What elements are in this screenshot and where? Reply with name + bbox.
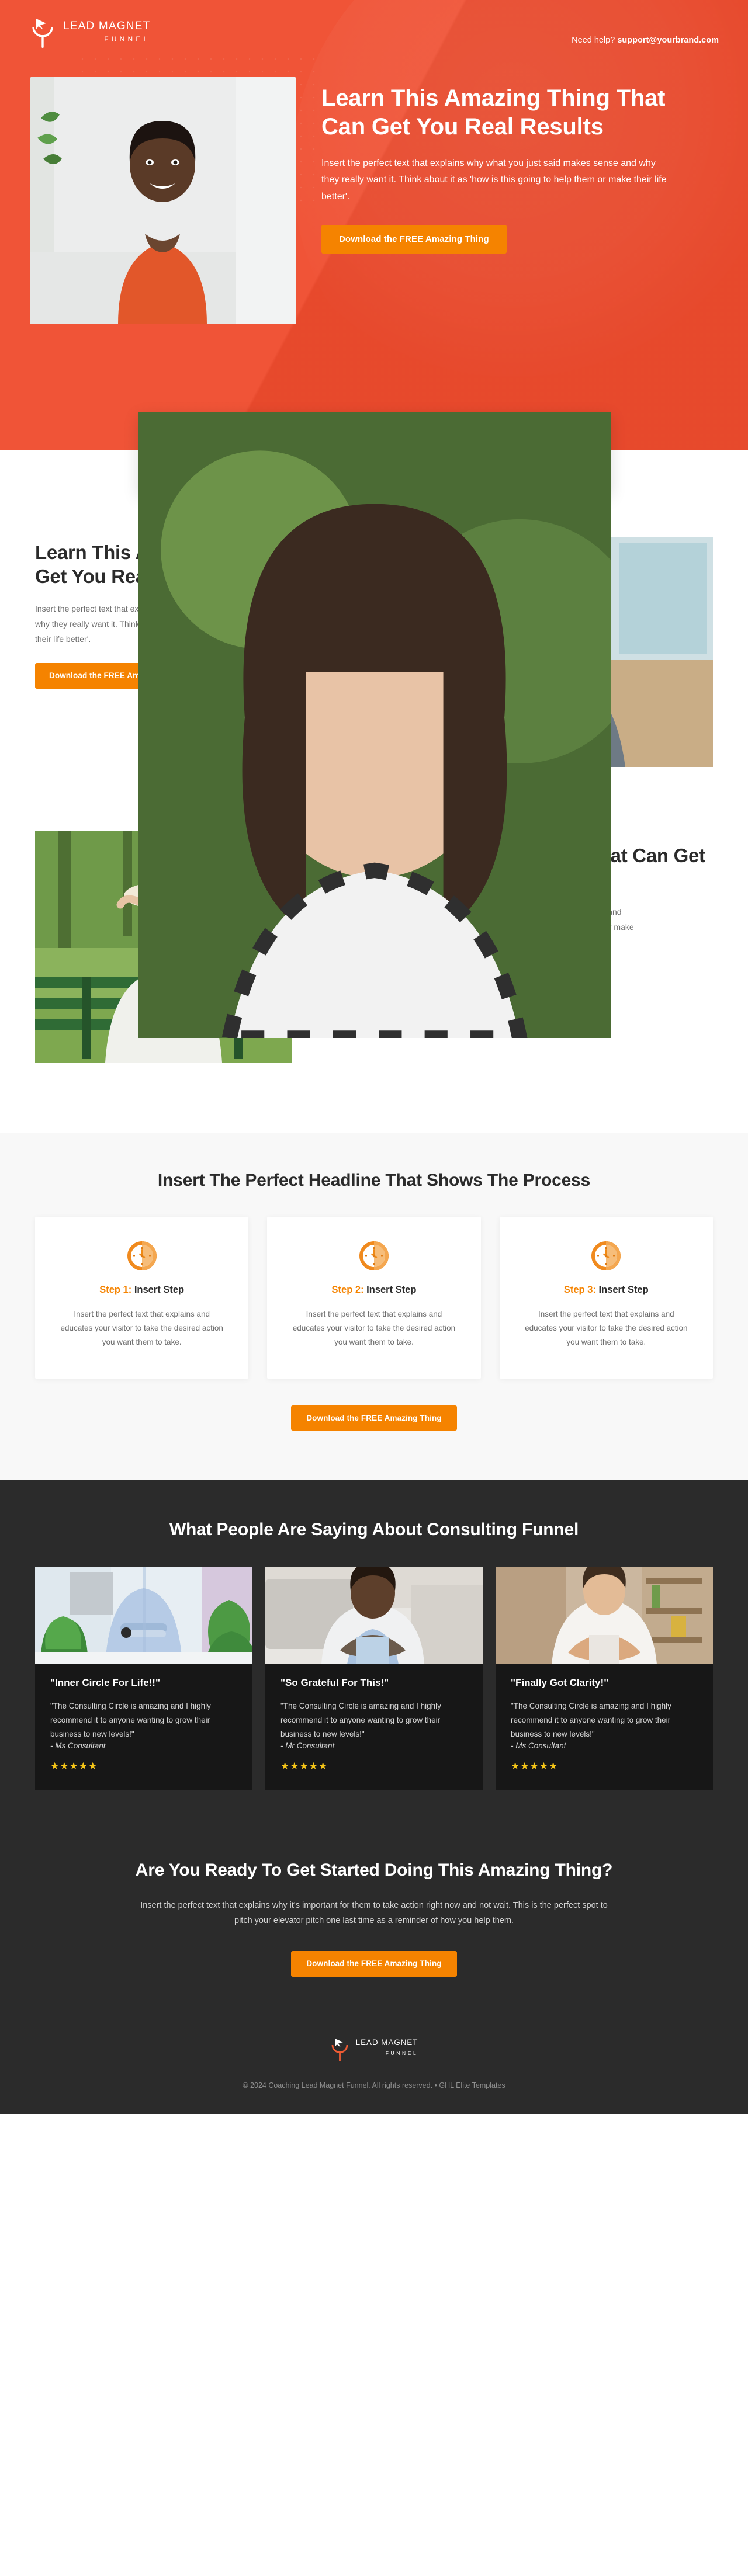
step-label: Step 2:: [331, 1284, 364, 1295]
clock-icon: [358, 1240, 390, 1272]
testimonial-quote: "The Consulting Circle is amazing and I …: [511, 1702, 671, 1739]
testimonial-card: "Finally Got Clarity!" "The Consulting C…: [496, 1567, 713, 1790]
rating-stars: ★★★★★: [280, 1761, 328, 1772]
step-card: Step 1: Insert Step Insert the perfect t…: [35, 1216, 249, 1379]
final-download-button[interactable]: Download the FREE Amazing Thing: [291, 1951, 457, 1977]
testimonial-author: - Ms Consultant: [50, 1741, 106, 1751]
step-title: Step 3: Insert Step: [522, 1284, 691, 1296]
hero-paragraph: Insert the perfect text that explains wh…: [321, 158, 667, 202]
footer: LEAD MAGNET FUNNEL © 2024 Coaching Lead …: [0, 2037, 748, 2114]
testimonial-card: "Inner Circle For Life!!" "The Consultin…: [35, 1567, 252, 1790]
process-download-button[interactable]: Download the FREE Amazing Thing: [291, 1405, 457, 1431]
hero-download-button[interactable]: Download the FREE Amazing Thing: [321, 225, 507, 254]
testimonial-title: "Inner Circle For Life!!": [50, 1677, 161, 1689]
help-contact: Need help? support@yourbrand.com: [572, 23, 719, 45]
hero-section: LEAD MAGNET FUNNEL Need help? support@yo…: [0, 0, 748, 450]
hero-heading: Learn This Amazing Thing That Can Get Yo…: [321, 85, 666, 140]
step-title: Step 2: Insert Step: [289, 1284, 458, 1296]
testimonial-quote: "The Consulting Circle is amazing and I …: [50, 1702, 211, 1739]
step-name: Insert Step: [131, 1284, 185, 1295]
step-card: Step 3: Insert Step Insert the perfect t…: [499, 1216, 713, 1379]
hero-photo: [30, 77, 296, 324]
footer-copyright: © 2024 Coaching Lead Magnet Funnel. All …: [243, 2081, 505, 2089]
step-text: Insert the perfect text that explains an…: [60, 1309, 223, 1346]
support-email[interactable]: support@yourbrand.com: [617, 36, 719, 45]
testimonials-section: What People Are Saying About Consulting …: [0, 1480, 748, 1790]
step-name: Insert Step: [363, 1284, 417, 1295]
final-cta-paragraph: Insert the perfect text that explains wh…: [140, 1900, 608, 1926]
hero-testimonial-card: "The Dream Clients Inner Circle was amaz…: [138, 412, 611, 1039]
clock-icon: [590, 1240, 622, 1272]
avatar: [138, 412, 611, 1039]
testimonial-photo: [496, 1567, 713, 1665]
testimonial-quote: "The Consulting Circle is amazing and I …: [280, 1702, 441, 1739]
step-name: Insert Step: [595, 1284, 649, 1295]
landing-page: LEAD MAGNET FUNNEL Need help? support@yo…: [0, 0, 748, 2114]
rating-stars: ★★★★★: [511, 1761, 559, 1772]
header-bar: LEAD MAGNET FUNNEL Need help? support@yo…: [23, 0, 725, 50]
brand-logo[interactable]: LEAD MAGNET FUNNEL: [30, 18, 150, 50]
footer-logo[interactable]: LEAD MAGNET FUNNEL: [330, 2037, 418, 2063]
brand-subtitle: FUNNEL: [104, 35, 151, 43]
final-cta-section: Are You Ready To Get Started Doing This …: [0, 1790, 748, 2037]
testimonial-author: - Mr Consultant: [280, 1741, 335, 1751]
process-heading: Insert The Perfect Headline That Shows T…: [157, 1171, 591, 1190]
rating-stars: ★★★★★: [50, 1761, 98, 1772]
step-label: Step 3:: [563, 1284, 596, 1295]
testimonial-title: "So Grateful For This!": [280, 1677, 389, 1689]
testimonial-photo: [35, 1567, 252, 1665]
step-title: Step 1: Insert Step: [57, 1284, 226, 1296]
brand-name: LEAD MAGNET: [63, 20, 151, 32]
process-section: Insert The Perfect Headline That Shows T…: [0, 1133, 748, 1480]
footer-brand-subtitle: FUNNEL: [385, 2050, 418, 2056]
help-prefix: Need help?: [572, 36, 618, 45]
testimonial-photo: [265, 1567, 483, 1665]
step-text: Insert the perfect text that explains an…: [525, 1309, 688, 1346]
footer-brand-name: LEAD MAGNET: [355, 2037, 418, 2047]
lead-magnet-funnel-logo-icon: [330, 2037, 349, 2063]
final-cta-heading: Are You Ready To Get Started Doing This …: [135, 1860, 613, 1880]
process-steps: Step 1: Insert Step Insert the perfect t…: [35, 1216, 713, 1379]
testimonials-heading: What People Are Saying About Consulting …: [169, 1520, 579, 1540]
testimonial-list: "Inner Circle For Life!!" "The Consultin…: [35, 1567, 713, 1790]
step-text: Insert the perfect text that explains an…: [292, 1309, 456, 1346]
testimonial-card: "So Grateful For This!" "The Consulting …: [265, 1567, 483, 1790]
lead-magnet-funnel-logo-icon: [30, 18, 55, 50]
step-card: Step 2: Insert Step Insert the perfect t…: [267, 1216, 481, 1379]
testimonial-title: "Finally Got Clarity!": [511, 1677, 609, 1689]
step-label: Step 1:: [99, 1284, 132, 1295]
clock-icon: [126, 1240, 158, 1272]
testimonial-author: - Ms Consultant: [511, 1741, 566, 1751]
